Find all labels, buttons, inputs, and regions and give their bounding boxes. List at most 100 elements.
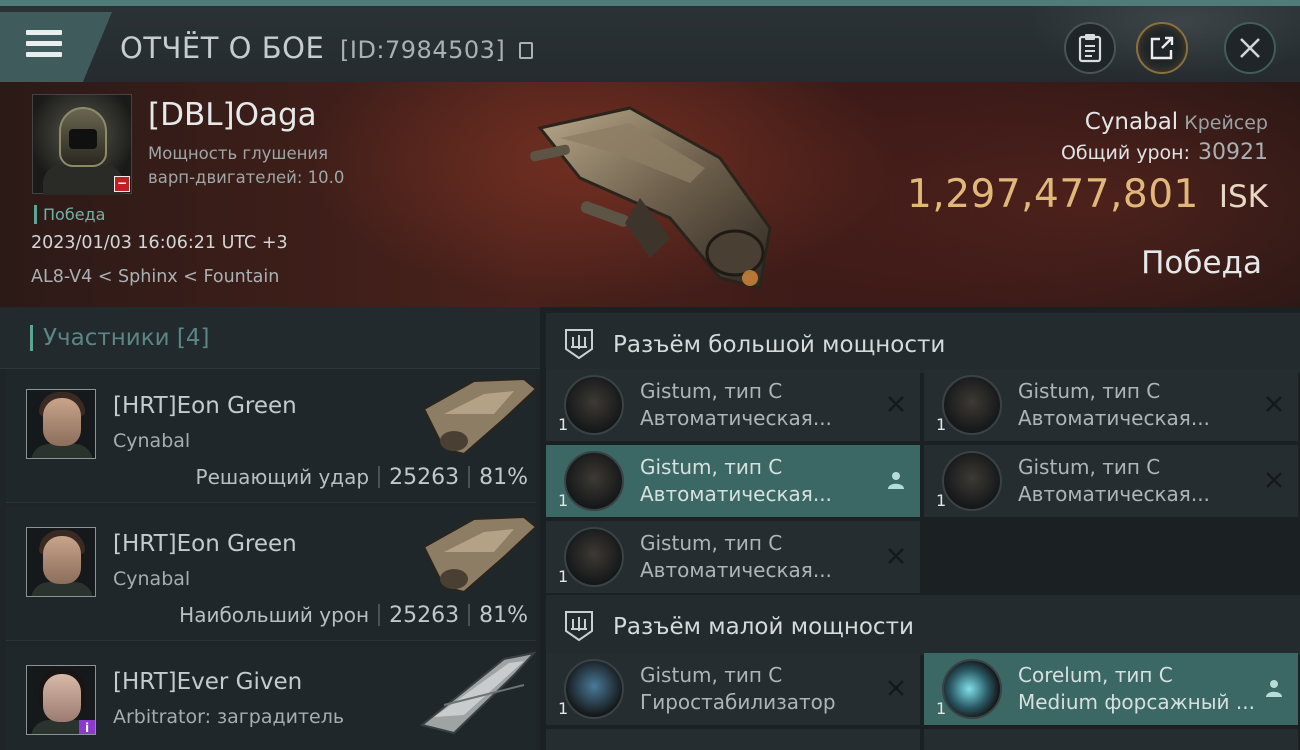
top-bar: ОТЧЁТ О БОЕ [ID:7984503] (0, 0, 1300, 88)
module-type: Гиростабилизатор (640, 690, 836, 714)
module-quantity: 1 (558, 567, 569, 586)
participant-percent: 81% (479, 465, 528, 490)
menu-button[interactable] (0, 12, 112, 82)
low-slot-header: Разъём малой мощности (546, 595, 1300, 655)
autocannon-icon (942, 375, 1002, 435)
afterburner-icon (942, 659, 1002, 719)
report-id[interactable]: [ID:7984503] (340, 36, 505, 64)
module-quantity: 1 (936, 699, 947, 718)
victim-name[interactable]: [DBL]Oaga (148, 97, 317, 133)
share-button[interactable] (1136, 22, 1188, 74)
participant-avatar[interactable] (26, 527, 96, 597)
status-label: Победа (34, 205, 105, 224)
module-type: Автоматическая... (640, 406, 832, 430)
battle-result: Победа (1141, 245, 1262, 281)
participant-name: [HRT]Ever Given (113, 669, 303, 695)
participant-row[interactable]: i [HRT]Ever Given Arbitrator: заградител… (6, 645, 537, 750)
dropped-person-icon (888, 472, 904, 489)
module-type: Medium форсажный ... (1018, 690, 1255, 714)
portrait-visor (69, 129, 97, 149)
battle-report-screen: ОТЧЁТ О БОЕ [ID:7984503] − [DBL]Oaga Мощ… (0, 0, 1300, 750)
module-slot[interactable]: 1 Gistum, тип C Автоматическая... (546, 369, 920, 441)
destroyed-x-icon (888, 548, 904, 564)
portrait-face (43, 536, 81, 584)
battle-location[interactable]: AL8-V4 < Sphinx < Fountain (31, 267, 279, 287)
portrait-face (43, 398, 81, 446)
autocannon-icon (942, 451, 1002, 511)
module-name: Gistum, тип C (640, 455, 783, 479)
participant-role: Решающий удар (195, 465, 370, 489)
total-damage-label: Общий урон: (1060, 142, 1190, 164)
participant-ship: Cynabal (113, 430, 191, 452)
high-slot-icon (565, 329, 593, 360)
participant-damage: 25263 (389, 465, 460, 490)
destroyed-x-icon (888, 396, 904, 412)
module-quantity: 1 (558, 491, 569, 510)
module-name: Gistum, тип C (1018, 379, 1161, 403)
clipboard-icon (1078, 34, 1102, 63)
warp-line-2: варп-двигателей: 10.0 (148, 168, 345, 187)
victim-banner: − [DBL]Oaga Мощность глушения варп-двига… (0, 82, 1300, 307)
isk-loss: 1,297,477,801 ISK (907, 172, 1268, 217)
module-slot[interactable]: 1 Gistum, тип C Гиростабилизатор (546, 653, 920, 725)
copy-icon[interactable] (518, 42, 533, 59)
victim-ship-image[interactable] (520, 88, 780, 298)
portrait-shoulders (31, 444, 93, 458)
gyrostabilizer-icon (564, 659, 624, 719)
participant-ship-image (419, 651, 537, 735)
victim-ship-name[interactable]: Cynabal Крейсер (1085, 109, 1268, 135)
hamburger-icon (26, 30, 62, 60)
title-text: ОТЧЁТ О БОЕ (120, 31, 325, 65)
low-slot-title: Разъём малой мощности (613, 614, 914, 640)
participant-percent: 81% (479, 603, 528, 628)
module-slot-partial[interactable] (546, 729, 920, 750)
clipboard-button[interactable] (1064, 22, 1116, 74)
module-name: Gistum, тип C (640, 663, 783, 687)
module-quantity: 1 (936, 415, 947, 434)
high-slot-header: Разъём большой мощности (546, 313, 1300, 373)
participant-ship-image (422, 515, 538, 594)
total-damage: Общий урон: 30921 (1061, 140, 1268, 165)
participant-row[interactable]: [HRT]Eon Green Cynabal Наибольший урон 25… (6, 507, 538, 641)
participant-role: Наибольший урон (179, 603, 370, 627)
module-type: Автоматическая... (640, 482, 832, 506)
participant-ship: Cynabal (113, 568, 191, 590)
ship-name-text: Cynabal (1084, 109, 1179, 135)
close-button[interactable] (1224, 22, 1276, 74)
participants-title[interactable]: Участники [4] (30, 325, 209, 351)
divider (468, 466, 471, 488)
participant-stats: Наибольший урон 25263 81% (179, 603, 528, 628)
module-name: Gistum, тип C (640, 379, 783, 403)
module-slot-partial[interactable] (924, 729, 1298, 750)
module-name: Gistum, тип C (1018, 455, 1161, 479)
divider (468, 604, 471, 626)
portrait-shoulders (31, 582, 93, 596)
fitting-panel: Разъём большой мощности 1 Gistum, тип C … (540, 307, 1300, 750)
module-slot[interactable]: 1 Gistum, тип C Автоматическая... (546, 521, 920, 593)
page-title: ОТЧЁТ О БОЕ [ID:7984503] (120, 31, 533, 65)
isk-value: 1,297,477,801 (907, 172, 1199, 217)
module-name: Gistum, тип C (640, 531, 783, 555)
participant-ship-image (422, 377, 538, 456)
ship-class: Крейсер (1184, 112, 1268, 134)
module-quantity: 1 (936, 491, 947, 510)
participant-row[interactable]: [HRT]Eon Green Cynabal Решающий удар 2526… (6, 369, 538, 503)
participant-avatar[interactable] (26, 389, 96, 459)
module-slot[interactable]: 1 Gistum, тип C Автоматическая... (924, 445, 1298, 517)
module-slot[interactable]: 1 Corelum, тип C Medium форсажный ... (924, 653, 1298, 725)
share-icon (1150, 36, 1174, 60)
high-slot-title: Разъём большой мощности (613, 332, 946, 358)
participants-header: Участники [4] (0, 307, 540, 369)
participant-avatar[interactable]: i (26, 665, 96, 735)
minus-badge-icon: − (114, 176, 130, 192)
destroyed-x-icon (888, 680, 904, 696)
participant-name: [HRT]Eon Green (113, 393, 297, 419)
autocannon-icon (564, 375, 624, 435)
low-slot-icon (565, 611, 593, 642)
participant-name: [HRT]Eon Green (113, 531, 297, 557)
isk-unit: ISK (1218, 179, 1268, 215)
module-name: Corelum, тип C (1018, 663, 1173, 687)
module-slot[interactable]: 1 Gistum, тип C Автоматическая... (546, 445, 920, 517)
portrait-face (43, 674, 81, 722)
module-slot[interactable]: 1 Gistum, тип C Автоматическая... (924, 369, 1298, 441)
